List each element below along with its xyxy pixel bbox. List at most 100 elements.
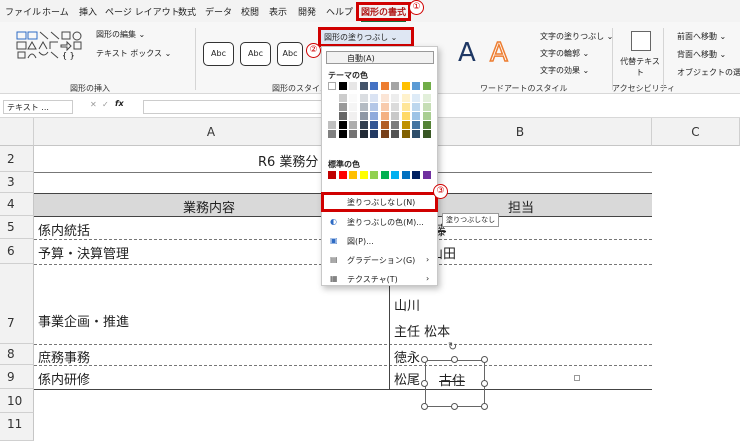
cell-a5[interactable]: 係内統括 xyxy=(38,220,90,239)
cell-a6[interactable]: 予算・決算管理 xyxy=(38,243,129,262)
select-all-corner[interactable] xyxy=(0,118,34,146)
theme-color-swatch[interactable] xyxy=(359,103,368,111)
send-backward-button[interactable]: 背面へ移動 ⌄ xyxy=(677,49,726,60)
resize-handle[interactable] xyxy=(421,356,428,363)
rotate-handle-icon[interactable]: ↻ xyxy=(448,340,457,353)
cell-b7-line2[interactable]: 主任 松本 xyxy=(394,321,450,340)
theme-color-swatch[interactable] xyxy=(401,112,410,120)
row-header-4[interactable]: 4 xyxy=(0,193,34,216)
theme-color-swatch[interactable] xyxy=(349,130,357,138)
theme-color-swatch[interactable] xyxy=(412,82,420,90)
text-outline-button[interactable]: 文字の輪郭 ⌄ xyxy=(540,48,589,59)
cell-b9[interactable]: 松尾 xyxy=(394,369,420,388)
theme-color-swatch[interactable] xyxy=(370,121,378,129)
theme-color-swatch[interactable] xyxy=(380,130,389,138)
tab-review[interactable]: 校閲 xyxy=(241,5,259,18)
row-header-10[interactable]: 10 xyxy=(0,389,34,413)
wordart-style-2[interactable]: A xyxy=(489,37,508,69)
theme-color-swatch[interactable] xyxy=(370,103,378,111)
tab-data[interactable]: データ xyxy=(205,5,232,18)
selected-textbox-shape[interactable]: 古住 xyxy=(425,360,485,407)
cell-a4-header[interactable]: 業務内容 xyxy=(183,197,235,216)
theme-color-swatch[interactable] xyxy=(391,112,399,120)
alt-text-button[interactable]: 代替テキスト xyxy=(620,56,660,78)
enter-icon[interactable]: ✓ xyxy=(102,100,109,109)
row-header-8[interactable]: 8 xyxy=(0,344,34,365)
standard-color-swatch[interactable] xyxy=(422,171,431,179)
row-header-6[interactable]: 6 xyxy=(0,239,34,264)
theme-color-swatch[interactable] xyxy=(349,94,357,102)
more-colors-option[interactable]: 塗りつぶしの色(M)... xyxy=(347,217,424,228)
theme-color-swatch[interactable] xyxy=(338,112,347,120)
standard-color-swatch[interactable] xyxy=(401,171,410,179)
tab-insert[interactable]: 挿入 xyxy=(79,5,97,18)
standard-color-swatch[interactable] xyxy=(359,171,368,179)
tab-file[interactable]: ファイル xyxy=(5,5,41,18)
theme-color-swatch[interactable] xyxy=(391,130,399,138)
theme-color-swatch[interactable] xyxy=(349,82,357,90)
function-icon[interactable]: fx xyxy=(115,99,124,108)
shape-style-2[interactable]: Abc xyxy=(240,42,271,66)
textbox-button[interactable]: テキスト ボックス ⌄ xyxy=(96,48,171,59)
theme-color-swatch[interactable] xyxy=(422,82,431,90)
column-header-c[interactable]: C xyxy=(652,118,740,146)
theme-color-swatch[interactable] xyxy=(391,82,399,90)
theme-color-swatch[interactable] xyxy=(380,82,389,90)
tab-developer[interactable]: 開発 xyxy=(298,5,316,18)
shape-style-1[interactable]: Abc xyxy=(203,42,234,66)
theme-color-swatch[interactable] xyxy=(328,103,336,111)
cell-b4-header[interactable]: 担当 xyxy=(508,197,534,216)
tab-page-layout[interactable]: ページ レイアウト xyxy=(105,5,180,18)
theme-color-swatch[interactable] xyxy=(359,82,368,90)
selection-pane-button[interactable]: オブジェクトの選択 xyxy=(677,67,740,78)
resize-handle[interactable] xyxy=(451,403,458,410)
theme-color-swatch[interactable] xyxy=(412,130,420,138)
tab-home[interactable]: ホーム xyxy=(42,5,69,18)
standard-color-swatch[interactable] xyxy=(412,171,420,179)
edit-shape-button[interactable]: 図形の編集 ⌄ xyxy=(96,29,145,40)
row-header-11[interactable]: 11 xyxy=(0,413,34,441)
row-header-2[interactable]: 2 xyxy=(0,146,34,172)
theme-color-swatch[interactable] xyxy=(380,112,389,120)
text-fill-button[interactable]: 文字の塗りつぶし ⌄ xyxy=(540,31,613,42)
tab-view[interactable]: 表示 xyxy=(269,5,287,18)
cell-a7[interactable]: 事業企画・推進 xyxy=(38,311,129,330)
standard-color-swatch[interactable] xyxy=(370,171,378,179)
theme-color-swatch[interactable] xyxy=(422,112,431,120)
theme-color-swatch[interactable] xyxy=(349,103,357,111)
name-box[interactable]: テキスト ... xyxy=(3,100,73,114)
row-header-3[interactable]: 3 xyxy=(0,172,34,193)
theme-color-swatch[interactable] xyxy=(359,112,368,120)
resize-handle[interactable] xyxy=(421,403,428,410)
resize-handle[interactable] xyxy=(481,356,488,363)
theme-color-swatch[interactable] xyxy=(380,94,389,102)
theme-color-swatch[interactable] xyxy=(422,103,431,111)
standard-color-palette[interactable] xyxy=(328,171,434,181)
resize-handle[interactable] xyxy=(481,380,488,387)
theme-color-swatch[interactable] xyxy=(422,121,431,129)
theme-color-swatch[interactable] xyxy=(328,130,336,138)
standard-color-swatch[interactable] xyxy=(380,171,389,179)
theme-color-swatch[interactable] xyxy=(338,130,347,138)
theme-color-swatch[interactable] xyxy=(359,130,368,138)
theme-color-swatch[interactable] xyxy=(391,121,399,129)
theme-color-swatch[interactable] xyxy=(391,94,399,102)
theme-color-swatch[interactable] xyxy=(328,94,336,102)
theme-color-swatch[interactable] xyxy=(349,121,357,129)
auto-fill-option[interactable]: 自動(A) xyxy=(326,51,434,64)
theme-color-swatch[interactable] xyxy=(338,82,347,90)
theme-color-swatch[interactable] xyxy=(349,112,357,120)
theme-color-swatch[interactable] xyxy=(338,121,347,129)
bring-forward-button[interactable]: 前面へ移動 ⌄ xyxy=(677,31,726,42)
standard-color-swatch[interactable] xyxy=(338,171,347,179)
resize-handle[interactable] xyxy=(421,380,428,387)
resize-handle[interactable] xyxy=(481,403,488,410)
picture-option[interactable]: 図(P)... xyxy=(347,236,374,247)
theme-color-swatch[interactable] xyxy=(412,103,420,111)
theme-color-swatch[interactable] xyxy=(370,94,378,102)
texture-option[interactable]: テクスチャ(T) xyxy=(347,274,398,285)
theme-color-swatch[interactable] xyxy=(328,121,336,129)
theme-color-swatch[interactable] xyxy=(370,112,378,120)
cell-a8[interactable]: 庶務事務 xyxy=(38,347,90,366)
theme-color-swatch[interactable] xyxy=(401,103,410,111)
